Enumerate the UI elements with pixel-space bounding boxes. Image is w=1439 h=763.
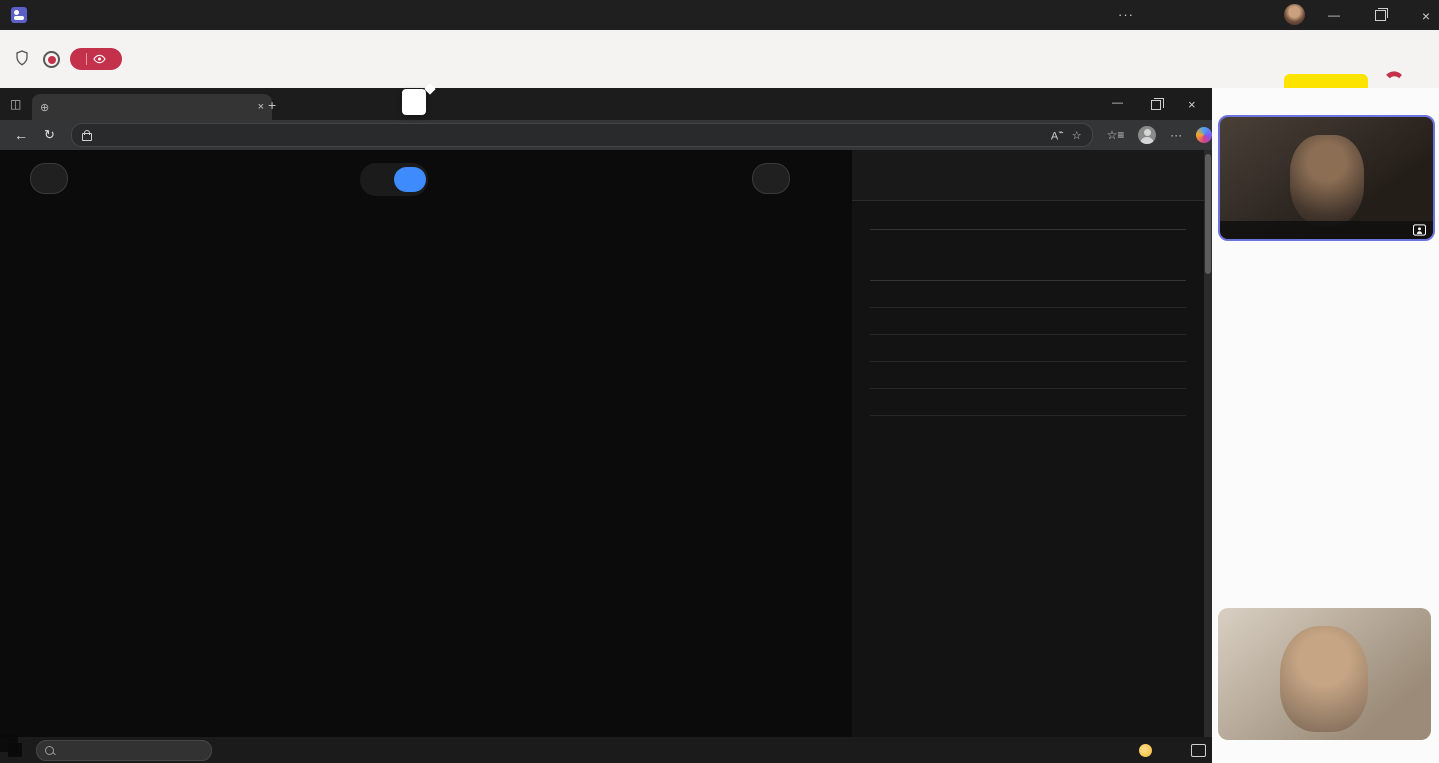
- view-mode-toggle: [360, 163, 428, 196]
- address-bar[interactable]: A⌁ ☆: [71, 123, 1093, 147]
- breadcrumb: [870, 166, 1186, 178]
- reset-view-button[interactable]: [30, 163, 68, 194]
- taskbar-search[interactable]: [36, 740, 212, 761]
- screen: ··· — × ◫ ⊕: [0, 0, 1439, 763]
- speaker-name-bar: [1220, 221, 1433, 239]
- browser-tab[interactable]: ⊕ ×: [32, 94, 272, 120]
- security-shield-icon: [14, 50, 30, 71]
- participant-video-tile[interactable]: [1218, 608, 1431, 740]
- speaker-video-tile[interactable]: [1218, 115, 1435, 241]
- overview-tab[interactable]: [362, 167, 394, 192]
- favorites-hub-icon[interactable]: ☆≡: [1107, 128, 1125, 142]
- tab-favicon-globe-icon: ⊕: [40, 101, 49, 114]
- overview-heading: [870, 219, 1186, 230]
- user-avatar[interactable]: [1284, 4, 1305, 25]
- history-dropdown[interactable]: [752, 163, 790, 194]
- presenter-name-tag: [0, 735, 18, 752]
- browser-close-button[interactable]: ×: [1188, 97, 1196, 112]
- speaker-video: [1290, 135, 1364, 227]
- windows-taskbar: [0, 737, 1212, 763]
- teams-app-icon: [11, 7, 27, 23]
- overview-text: [870, 230, 1186, 252]
- category-row[interactable]: [870, 389, 1186, 416]
- favorite-star-icon[interactable]: ☆: [1072, 129, 1082, 142]
- sun-icon: [1139, 744, 1152, 757]
- weather-widget[interactable]: [1139, 744, 1164, 757]
- category-row[interactable]: [870, 335, 1186, 362]
- back-icon[interactable]: ←: [14, 127, 28, 143]
- browser-settings-icon[interactable]: ···: [1170, 128, 1182, 142]
- recording-icon: [43, 51, 60, 68]
- browser-window: ◫ ⊕ × + — × ← ↻ A⌁ ☆ ☆≡ ···: [0, 88, 1212, 737]
- leave-button[interactable]: [1383, 66, 1405, 81]
- refresh-icon[interactable]: ↻: [44, 127, 55, 143]
- browser-minimize-button[interactable]: —: [1112, 97, 1123, 109]
- explore-tab[interactable]: [394, 167, 426, 192]
- read-aloud-icon[interactable]: A⌁: [1051, 127, 1064, 143]
- search-icon: [45, 746, 54, 755]
- live-badge: [70, 48, 122, 70]
- category-row[interactable]: [870, 362, 1186, 389]
- taskbar-tray: [1139, 737, 1206, 763]
- browser-profile-avatar[interactable]: [1138, 126, 1156, 144]
- participants-sidebar: [1212, 88, 1439, 763]
- titlebar-more-icon[interactable]: ···: [1118, 7, 1134, 22]
- copilot-icon[interactable]: [1196, 127, 1212, 143]
- web-content: [0, 150, 1212, 737]
- viewers-eye-icon: [93, 54, 106, 64]
- leave-phone-icon: [1383, 66, 1405, 80]
- window-minimize-button[interactable]: —: [1327, 8, 1341, 22]
- window-close-button[interactable]: ×: [1419, 8, 1433, 24]
- notification-center-icon[interactable]: [1191, 744, 1206, 757]
- tab-close-icon[interactable]: ×: [258, 101, 264, 113]
- tab-actions-icon[interactable]: ◫: [10, 97, 21, 111]
- take-control-tooltip: [402, 89, 426, 115]
- new-tab-button[interactable]: +: [268, 97, 276, 113]
- lock-icon: [82, 133, 92, 141]
- category-row[interactable]: [870, 308, 1186, 335]
- teams-titlebar: ··· — ×: [0, 0, 1439, 30]
- category-row[interactable]: [870, 281, 1186, 308]
- radial-graph[interactable]: [0, 150, 852, 737]
- browser-navbar: ← ↻ A⌁ ☆ ☆≡ ···: [0, 120, 1212, 150]
- spotlight-icon[interactable]: [1412, 224, 1427, 236]
- teams-toolbar: [0, 30, 1439, 89]
- participants-pager: [1212, 588, 1439, 603]
- service-categories-heading: [870, 270, 1186, 281]
- browser-tabstrip: ◫ ⊕ × + — ×: [0, 88, 1212, 120]
- panel-scrollbar-thumb[interactable]: [1205, 154, 1211, 274]
- detail-panel: [852, 150, 1204, 737]
